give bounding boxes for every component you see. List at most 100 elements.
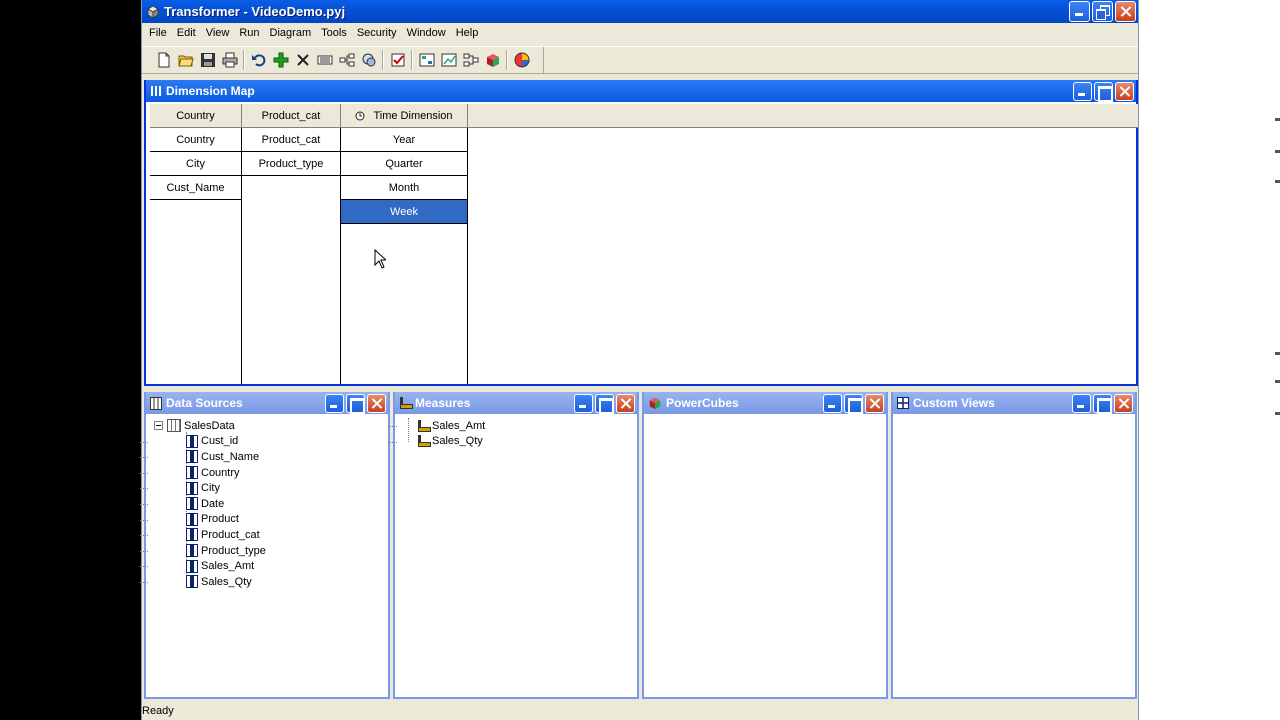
tree-item-label: Cust_id xyxy=(201,435,239,448)
tree-item-product[interactable]: Product xyxy=(140,512,386,528)
tree-item-product-type[interactable]: Product_type xyxy=(140,543,386,559)
measure-icon xyxy=(417,435,431,448)
print-button[interactable] xyxy=(220,50,239,70)
dimension-header-product-cat[interactable]: Product_cat xyxy=(242,104,341,128)
data-sources-maximize-button[interactable] xyxy=(346,394,365,414)
title-bar[interactable]: Transformer - VideoDemo.pyj xyxy=(142,0,1138,23)
data-sources-title-bar[interactable]: Data Sources xyxy=(146,392,388,414)
column-icon xyxy=(186,512,198,526)
custom-views-title-bar[interactable]: Custom Views xyxy=(893,392,1135,414)
powerplay-button[interactable] xyxy=(512,50,531,70)
menu-tools[interactable]: Tools xyxy=(316,27,352,39)
create-cube-button[interactable] xyxy=(483,50,502,70)
tree-item-city[interactable]: City xyxy=(140,480,386,496)
tree-item-country[interactable]: Country xyxy=(140,465,386,481)
powercubes-title-bar[interactable]: PowerCubes xyxy=(644,392,886,414)
tree-item-sales-amt[interactable]: Sales_Amt xyxy=(140,558,386,574)
insert-button[interactable] xyxy=(271,50,290,70)
menu-window[interactable]: Window xyxy=(402,27,451,39)
show-counts-button[interactable] xyxy=(439,50,458,70)
dimension-map-grid: Country Product_cat Time Dimension Count… xyxy=(148,104,1138,384)
transformer-app-icon xyxy=(147,5,159,19)
menu-run[interactable]: Run xyxy=(234,27,264,39)
measures-title-bar[interactable]: Measures xyxy=(395,392,637,414)
measures-window: Measures Sales_Amt Sales_Qty xyxy=(389,392,639,699)
dimension-map-minimize-button[interactable] xyxy=(1073,82,1092,101)
data-sources-minimize-button[interactable] xyxy=(325,394,344,413)
measure-item-sales-amt[interactable]: Sales_Amt xyxy=(389,418,635,434)
dimension-map-close-button[interactable] xyxy=(1115,82,1134,101)
menu-help[interactable]: Help xyxy=(451,27,484,39)
new-file-button[interactable] xyxy=(154,50,173,70)
tree-item-cust-id[interactable]: Cust_id xyxy=(140,434,386,450)
dimension-header-time[interactable]: Time Dimension xyxy=(341,104,468,128)
tree-item-sales-qty[interactable]: Sales_Qty xyxy=(140,574,386,590)
column-icon xyxy=(186,559,198,573)
menu-security[interactable]: Security xyxy=(352,27,402,39)
menu-diagram[interactable]: Diagram xyxy=(265,27,317,39)
save-button[interactable] xyxy=(198,50,217,70)
level-country[interactable]: Country xyxy=(150,128,241,152)
dimension-map-title-bar[interactable]: Dimension Map xyxy=(146,80,1136,102)
tree-item-date[interactable]: Date xyxy=(140,496,386,512)
dimension-column-time: Year Quarter Month Week xyxy=(341,128,468,384)
measure-icon xyxy=(417,419,431,432)
level-quarter[interactable]: Quarter xyxy=(341,152,467,176)
powercubes-maximize-button[interactable] xyxy=(844,394,863,414)
custom-views-list xyxy=(895,416,1133,695)
menu-edit[interactable]: Edit xyxy=(172,27,201,39)
menu-bar: File Edit View Run Diagram Tools Securit… xyxy=(142,23,1138,43)
delete-button[interactable] xyxy=(293,50,312,70)
diagram-button[interactable] xyxy=(337,50,356,70)
powercubes-list xyxy=(646,416,884,695)
show-scope-button[interactable] xyxy=(359,50,378,70)
level-city[interactable]: City xyxy=(150,152,241,176)
close-button[interactable] xyxy=(1115,1,1136,22)
measures-minimize-button[interactable] xyxy=(574,394,593,413)
undo-button[interactable] xyxy=(249,50,268,70)
tree-item-salesdata[interactable]: SalesData xyxy=(148,418,386,434)
properties-icon xyxy=(317,55,332,65)
menu-file[interactable]: File xyxy=(144,27,172,39)
custom-views-close-button[interactable] xyxy=(1114,394,1133,413)
data-sources-title: Data Sources xyxy=(166,396,243,410)
powercubes-close-button[interactable] xyxy=(865,394,884,413)
level-month[interactable]: Month xyxy=(341,176,467,200)
level-product-cat[interactable]: Product_cat xyxy=(242,128,340,152)
custom-views-minimize-button[interactable] xyxy=(1072,394,1091,413)
measure-item-label: Sales_Amt xyxy=(432,419,486,432)
data-sources-tree: SalesData Cust_id Cust_Name Country City… xyxy=(140,416,386,695)
minimize-button[interactable] xyxy=(1069,1,1090,22)
level-year[interactable]: Year xyxy=(341,128,467,152)
tree-item-product-cat[interactable]: Product_cat xyxy=(140,527,386,543)
custom-views-maximize-button[interactable] xyxy=(1093,394,1112,414)
menu-view[interactable]: View xyxy=(201,27,235,39)
restore-button[interactable] xyxy=(1092,1,1113,22)
tree-item-cust-name[interactable]: Cust_Name xyxy=(140,449,386,465)
dimension-map-maximize-button[interactable] xyxy=(1094,82,1113,102)
tree-item-label: Product_type xyxy=(201,544,266,557)
measures-maximize-button[interactable] xyxy=(595,394,614,414)
powercube-icon xyxy=(649,397,661,410)
open-button[interactable] xyxy=(176,50,195,70)
level-week[interactable]: Week xyxy=(341,200,467,224)
drill-button[interactable] xyxy=(461,50,480,70)
measure-item-sales-qty[interactable]: Sales_Qty xyxy=(389,434,635,450)
data-sources-icon xyxy=(150,396,162,410)
dimension-column-country: Country City Cust_Name xyxy=(150,128,242,384)
generate-categories-button[interactable] xyxy=(417,50,436,70)
powercubes-minimize-button[interactable] xyxy=(823,394,842,413)
measures-close-button[interactable] xyxy=(616,394,635,413)
diagram-icon xyxy=(339,53,354,67)
window-title: Transformer - VideoDemo.pyj xyxy=(164,4,346,19)
tree-item-label: SalesData xyxy=(184,419,235,432)
check-model-button[interactable] xyxy=(388,50,407,70)
collapse-icon[interactable] xyxy=(154,421,163,431)
dimension-header-country[interactable]: Country xyxy=(150,104,242,128)
level-cust-name[interactable]: Cust_Name xyxy=(150,176,241,200)
level-product-type[interactable]: Product_type xyxy=(242,152,340,176)
data-sources-close-button[interactable] xyxy=(367,394,386,413)
clock-icon xyxy=(355,111,365,120)
properties-button[interactable] xyxy=(315,50,334,70)
column-icon xyxy=(186,528,198,542)
